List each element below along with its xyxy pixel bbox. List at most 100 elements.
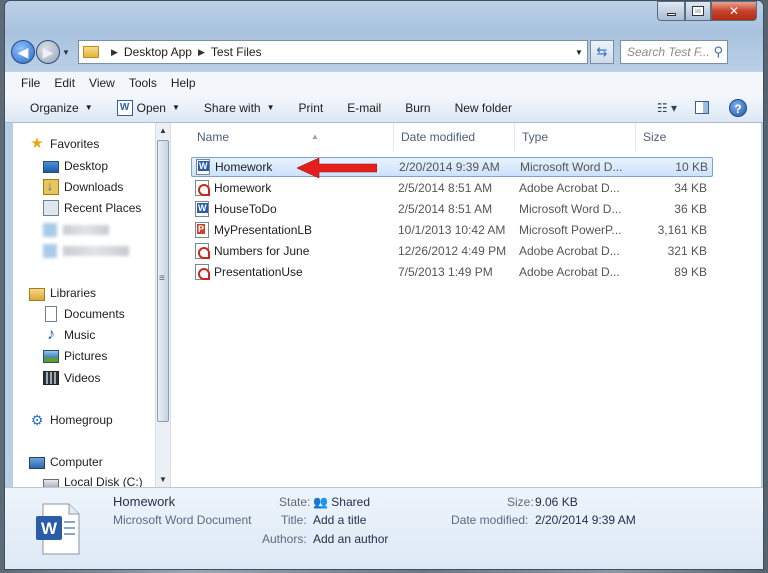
nav-documents[interactable]: Documents — [43, 305, 125, 323]
downloads-icon — [43, 179, 59, 195]
share-with-button[interactable]: Share with ▼ — [204, 101, 275, 115]
details-state: 👥 Shared — [313, 495, 370, 509]
desktop-icon — [43, 161, 59, 173]
nav-downloads[interactable]: Downloads — [43, 178, 123, 196]
menu-help[interactable]: Help — [171, 76, 196, 90]
column-size[interactable]: Size — [637, 123, 713, 151]
breadcrumb-separator[interactable]: ▶ — [198, 47, 205, 58]
file-name: Homework — [215, 160, 273, 174]
organize-label: Organize — [30, 100, 79, 115]
file-size: 36 KB — [674, 202, 707, 216]
red-annotation-arrow-icon — [297, 158, 377, 178]
print-button[interactable]: Print — [299, 101, 324, 115]
column-name[interactable]: Name ▲ — [191, 123, 394, 151]
menu-tools[interactable]: Tools — [129, 76, 157, 90]
share-with-label: Share with — [203, 100, 261, 115]
menu-bar: File Edit View Tools Help — [5, 71, 763, 93]
word-icon: W — [116, 99, 133, 116]
nav-recent-places[interactable]: Recent Places — [43, 199, 141, 217]
caption-buttons: ✕ — [657, 1, 757, 21]
breadcrumb-test-files[interactable]: Test Files — [211, 45, 262, 59]
command-bar-right: ☷ ▾ ? — [657, 98, 747, 117]
preview-pane-icon[interactable] — [695, 101, 709, 114]
explorer-body: ★ Favorites Desktop Downloads Recent Plac… — [13, 123, 761, 487]
maximize-button[interactable] — [685, 1, 711, 21]
word-document-large-icon: W — [36, 503, 80, 555]
libraries-icon — [29, 287, 45, 301]
file-row[interactable]: Homework 2/5/2014 8:51 AM Adobe Acrobat … — [191, 178, 713, 198]
file-name-cell: MyPresentationLB — [195, 222, 312, 238]
nav-homegroup[interactable]: ⚙ Homegroup — [29, 411, 113, 429]
file-row[interactable]: Homework 2/20/2014 9:39 AM Microsoft Wor… — [191, 157, 713, 177]
nav-desktop-label: Desktop — [64, 159, 109, 173]
breadcrumb-desktop-app[interactable]: Desktop App — [124, 45, 192, 59]
file-row[interactable]: Numbers for June 12/26/2012 4:49 PM Adob… — [191, 241, 713, 261]
chevron-down-icon: ▼ — [266, 103, 275, 112]
column-date-modified[interactable]: Date modified — [395, 123, 515, 151]
details-pane: W Homework Microsoft Word Document State… — [5, 487, 763, 569]
nav-desktop[interactable]: Desktop — [43, 157, 108, 175]
address-bar[interactable]: ▶ Desktop App ▶ Test Files ▼ — [78, 40, 588, 64]
details-file-kind: Microsoft Word Document — [113, 513, 252, 527]
nav-pictures[interactable]: Pictures — [43, 347, 107, 365]
nav-libraries[interactable]: Libraries — [29, 284, 96, 302]
minimize-icon — [666, 12, 676, 16]
new-folder-button[interactable]: New folder — [455, 101, 512, 115]
menu-file[interactable]: File — [21, 76, 40, 90]
minimize-button[interactable] — [657, 1, 685, 21]
close-icon: ✕ — [728, 4, 740, 18]
file-name: Homework — [214, 181, 272, 195]
column-type[interactable]: Type — [516, 123, 636, 151]
scroll-down-icon[interactable]: ▼ — [156, 472, 170, 487]
word-icon — [196, 159, 210, 175]
refresh-button[interactable]: ⇆ — [590, 40, 614, 64]
file-type: Adobe Acrobat D... — [519, 181, 620, 195]
nav-favorites[interactable]: ★ Favorites — [29, 135, 99, 153]
nav-computer[interactable]: Computer — [29, 453, 103, 471]
details-authors-field[interactable]: Add an author — [313, 532, 388, 546]
nav-local-disk[interactable]: Local Disk (C:) — [43, 473, 143, 487]
address-dropdown-icon[interactable]: ▼ — [571, 48, 587, 57]
nav-blurred-item-1[interactable] — [43, 221, 109, 239]
blurred-icon — [43, 244, 57, 258]
file-row[interactable]: PresentationUse 7/5/2013 1:49 PM Adobe A… — [191, 262, 713, 282]
details-title-field[interactable]: Add a title — [313, 513, 366, 527]
file-row[interactable]: MyPresentationLB 10/1/2013 10:42 AM Micr… — [191, 220, 713, 240]
column-type-label: Type — [522, 130, 549, 144]
folder-icon — [83, 46, 99, 58]
help-icon[interactable]: ? — [729, 98, 747, 117]
homegroup-icon: ⚙ — [30, 412, 44, 428]
file-list: Name ▲ Date modified Type Size Homework 2… — [171, 123, 761, 487]
open-button[interactable]: W Open ▼ — [116, 99, 180, 116]
file-type: Microsoft Word D... — [520, 160, 623, 174]
breadcrumb-separator[interactable]: ▶ — [111, 47, 118, 58]
organize-button[interactable]: Organize ▼ — [30, 101, 93, 115]
word-icon — [195, 201, 209, 217]
scrollbar-thumb[interactable] — [157, 140, 169, 422]
nav-downloads-label: Downloads — [64, 180, 124, 194]
burn-button[interactable]: Burn — [405, 101, 430, 115]
nav-libraries-label: Libraries — [50, 286, 97, 300]
recent-pages-dropdown[interactable]: ▼ — [60, 48, 72, 57]
maximize-icon — [692, 6, 704, 16]
file-type: Adobe Acrobat D... — [519, 244, 620, 258]
pictures-icon — [43, 350, 59, 363]
change-view-icon[interactable]: ☷ ▾ — [657, 101, 677, 115]
file-name: HouseToDo — [214, 202, 277, 216]
nav-blurred-item-2[interactable] — [43, 242, 129, 260]
menu-view[interactable]: View — [89, 76, 115, 90]
nav-music[interactable]: ♪ Music — [43, 326, 95, 344]
nav-videos[interactable]: Videos — [43, 369, 100, 387]
menu-edit[interactable]: Edit — [54, 76, 75, 90]
nav-scrollbar[interactable]: ▲ ▼ — [155, 123, 170, 487]
close-button[interactable]: ✕ — [711, 1, 757, 21]
search-input[interactable]: Search Test F... ⚲ — [620, 40, 728, 64]
nav-recent-places-label: Recent Places — [64, 201, 142, 215]
back-button[interactable]: ◀ — [11, 40, 35, 64]
email-button[interactable]: E-mail — [347, 101, 381, 115]
forward-button[interactable]: ▶ — [36, 40, 60, 64]
sort-ascending-icon: ▲ — [311, 132, 319, 141]
scroll-up-icon[interactable]: ▲ — [156, 123, 170, 138]
file-row[interactable]: HouseToDo 2/5/2014 8:51 AM Microsoft Wor… — [191, 199, 713, 219]
file-name-cell: HouseToDo — [195, 201, 277, 217]
